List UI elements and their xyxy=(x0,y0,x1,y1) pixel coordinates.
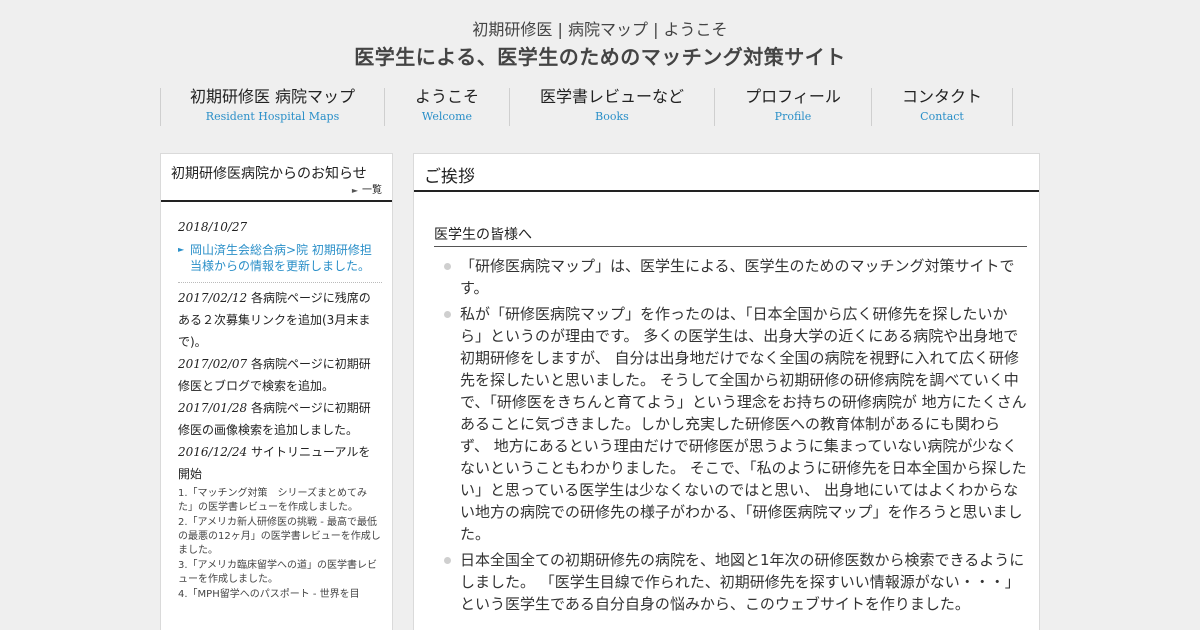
nav-label: プロフィール xyxy=(745,87,841,106)
news-item: 2017/01/28 各病院ページに初期研修医の画像検索を追加しました。 xyxy=(178,397,382,441)
news-item: 2017/02/12 各病院ページに残席のある２次募集リンクを追加(3月末まで)… xyxy=(178,287,382,353)
nav-sublabel: Contact xyxy=(920,110,964,123)
news-date: 2016/12/24 xyxy=(178,445,248,459)
news-date: 2018/10/27 xyxy=(178,220,248,234)
nav-item-contact[interactable]: コンタクト Contact xyxy=(871,88,1013,126)
nav-label: ようこそ xyxy=(414,87,479,106)
intro-list: 「研修医病院マップ」は、医学生による、医学生のためのマッチング対策サイトです。 … xyxy=(434,255,1027,615)
news-date: 2017/02/07 xyxy=(178,357,248,371)
nav-item-hospital-maps[interactable]: 初期研修医 病院マップ Resident Hospital Maps xyxy=(160,88,384,126)
site-subtitle: 初期研修医 | 病院マップ | ようこそ xyxy=(472,20,728,39)
nav-sublabel: Books xyxy=(595,110,629,123)
review-update-list: 1.「マッチング対策 シリーズまとめてみた」の医学書レビューを作成しました。 2… xyxy=(178,487,382,602)
nav-label: 医学書レビューなど xyxy=(539,87,684,106)
list-item: 2.「アメリカ新人研修医の挑戦 - 最高で最低の最悪の12ヶ月」の医学書レビュー… xyxy=(178,517,381,556)
news-link-text: 岡山済生会総合病>院 初期研修担当様からの情報を更新しました。 xyxy=(190,243,372,273)
bullet-icon xyxy=(444,263,451,270)
list-item: 私が「研修医病院マップ」を作ったのは、「日本全国から広く研修先を探したいから」と… xyxy=(444,303,1027,545)
sidebar-title: 初期研修医病院からのお知らせ xyxy=(171,166,367,182)
divider xyxy=(178,282,382,283)
paragraph-text: 「研修医病院マップ」は、医学生による、医学生のためのマッチング対策サイトです。 xyxy=(460,257,1015,297)
nav-sublabel: Welcome xyxy=(421,110,473,123)
nav-item-welcome[interactable]: ようこそ Welcome xyxy=(384,88,509,126)
nav-item-profile[interactable]: プロフィール Profile xyxy=(714,88,871,126)
section-heading: ご挨拶 xyxy=(414,154,1039,192)
site-header: 初期研修医 | 病院マップ | ようこそ 医学生による、医学生のためのマッチング… xyxy=(0,20,1200,70)
sidebar-body: 2018/10/27 ► 岡山済生会総合病>院 初期研修担当様からの情報を更新しま… xyxy=(161,202,392,602)
nav-sublabel: Profile xyxy=(774,110,812,123)
greeting-heading: 医学生の皆様へ xyxy=(434,224,1027,247)
sidebar-header: 初期研修医病院からのお知らせ ► 一覧 xyxy=(161,154,392,202)
news-list-link[interactable]: ► 一覧 xyxy=(352,181,382,196)
list-item: 「研修医病院マップ」は、医学生による、医学生のためのマッチング対策サイトです。 xyxy=(444,255,1027,299)
main-body: 医学生の皆様へ 「研修医病院マップ」は、医学生による、医学生のためのマッチング対… xyxy=(414,192,1039,615)
bullet-icon xyxy=(444,557,451,564)
nav-label: 初期研修医 病院マップ xyxy=(189,87,356,106)
chevron-right-icon: ► xyxy=(351,186,358,195)
news-link[interactable]: ► 岡山済生会総合病>院 初期研修担当様からの情報を更新しました。 xyxy=(178,242,382,274)
main-content: ご挨拶 医学生の皆様へ 「研修医病院マップ」は、医学生による、医学生のためのマッ… xyxy=(413,153,1040,630)
list-item: 4.「MPH留学へのパスポート - 世界を目 xyxy=(178,589,360,600)
bullet-icon xyxy=(444,311,451,318)
news-sidebar: 初期研修医病院からのお知らせ ► 一覧 2018/10/27 ► 岡山済生会総合病>… xyxy=(160,153,393,630)
site-title[interactable]: 医学生による、医学生のためのマッチング対策サイト xyxy=(0,44,1200,70)
list-item: 日本全国全ての初期研修先の病院を、地図と1年次の研修医数から検索できるようにしま… xyxy=(444,549,1027,615)
news-list-label: 一覧 xyxy=(362,185,382,196)
news-item: 2017/02/07 各病院ページに初期研修医とブログで検索を追加。 xyxy=(178,353,382,397)
paragraph-text: 私が「研修医病院マップ」を作ったのは、「日本全国から広く研修先を探したいから」と… xyxy=(460,305,1027,543)
nav-label: コンタクト xyxy=(901,87,982,106)
list-item: 1.「マッチング対策 シリーズまとめてみた」の医学書レビューを作成しました。 xyxy=(178,488,368,513)
news-item: 2016/12/24 サイトリニューアルを開始 xyxy=(178,441,382,485)
news-date: 2017/02/12 xyxy=(178,291,248,305)
paragraph-text: 日本全国全ての初期研修先の病院を、地図と1年次の研修医数から検索できるようにしま… xyxy=(460,551,1025,613)
list-item: 3.「アメリカ臨床留学への道」の医学書レビューを作成しました。 xyxy=(178,560,378,585)
nav-item-books[interactable]: 医学書レビューなど Books xyxy=(509,88,714,126)
news-date: 2017/01/28 xyxy=(178,401,248,415)
nav-sublabel: Resident Hospital Maps xyxy=(205,110,340,123)
chevron-right-icon: ► xyxy=(178,245,185,254)
